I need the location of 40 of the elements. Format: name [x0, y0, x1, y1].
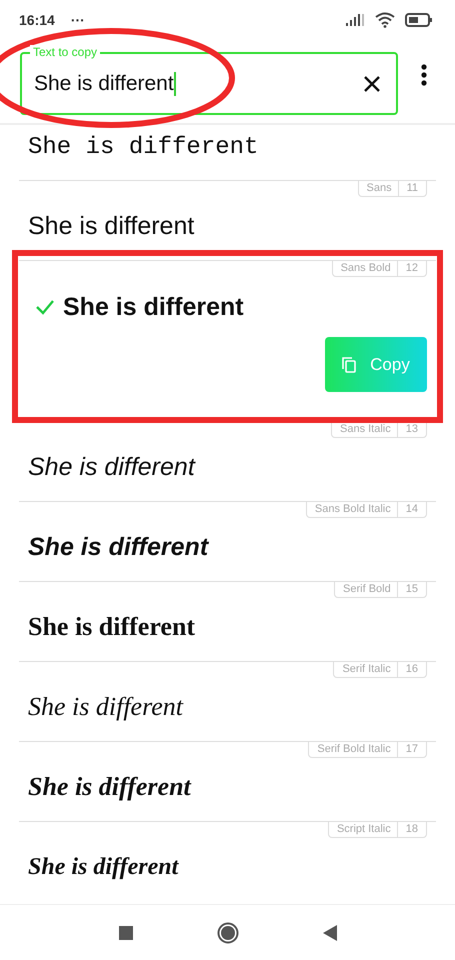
sample-text[interactable]: She is different — [28, 212, 194, 240]
sample-text[interactable]: She is different — [28, 452, 195, 482]
font-tag: Sans Italic 13 — [331, 422, 427, 438]
font-tag: Serif Bold Italic 17 — [308, 742, 427, 758]
font-row[interactable]: Sans Italic 13 She is different — [19, 421, 436, 501]
sample-text[interactable]: She is different — [63, 292, 244, 322]
font-tag: Sans Bold 12 — [332, 261, 427, 277]
sample-text[interactable]: She is different — [28, 532, 208, 562]
menu-icon[interactable] — [420, 64, 428, 86]
sample-text[interactable]: She is different — [28, 854, 178, 880]
font-tag: Script Italic 18 — [328, 822, 427, 838]
battery-icon — [405, 13, 433, 27]
font-row[interactable]: Serif Bold Italic 17 She is different — [19, 741, 436, 821]
font-row[interactable]: She is different — [19, 125, 436, 180]
font-row[interactable]: Serif Bold 15 She is different — [19, 581, 436, 661]
font-tag: Serif Italic 16 — [333, 662, 427, 678]
wifi-icon — [375, 12, 395, 28]
check-icon — [35, 299, 55, 315]
font-row[interactable]: Sans Bold Italic 14 She is different — [19, 501, 436, 581]
back-icon[interactable] — [322, 924, 336, 940]
home-icon[interactable] — [216, 922, 238, 944]
sample-text[interactable]: She is different — [28, 134, 258, 160]
font-row[interactable]: Script Italic 18 She is different — [19, 821, 436, 901]
font-tag: Serif Bold 15 — [334, 582, 427, 598]
recents-icon[interactable] — [118, 926, 132, 940]
font-tag: Sans Bold Italic 14 — [306, 502, 427, 518]
text-input-field[interactable]: Text to copy She is different — [20, 44, 398, 115]
copy-icon — [342, 356, 356, 372]
sample-text[interactable]: She is different — [28, 772, 191, 802]
status-more: ··· — [70, 12, 85, 28]
font-row[interactable]: Sans 11 She is different — [19, 180, 436, 260]
font-row[interactable]: Serif Italic 16 She is different — [19, 661, 436, 741]
font-tag: Sans 11 — [358, 181, 427, 197]
sample-text[interactable]: She is different — [28, 692, 184, 722]
font-row[interactable]: Sans Bold 12 She is different Copy — [19, 260, 436, 421]
field-label: Text to copy — [30, 45, 100, 59]
sample-text[interactable]: She is different — [28, 612, 196, 642]
signal-icon — [345, 13, 365, 27]
status-time: 16:14 — [19, 12, 55, 28]
close-icon[interactable] — [362, 74, 382, 94]
